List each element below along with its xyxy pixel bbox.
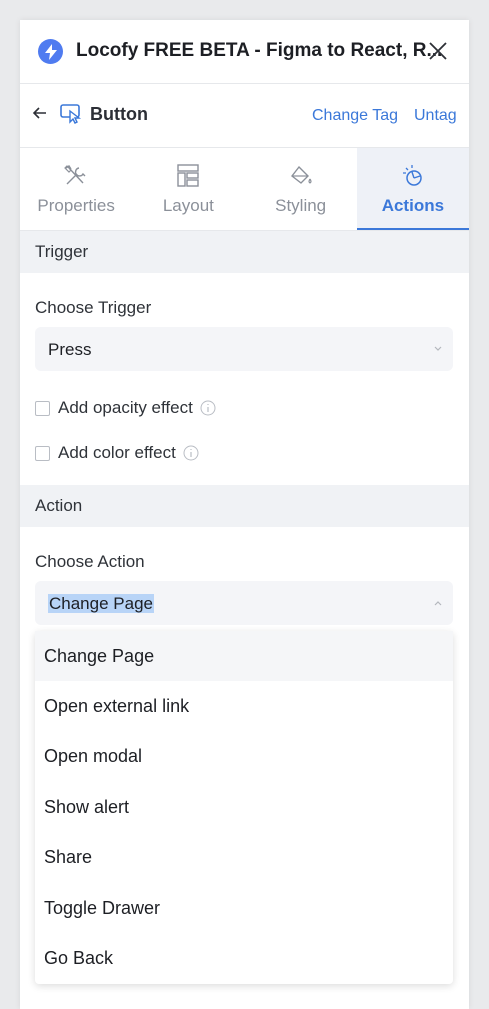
option-open-external-link[interactable]: Open external link bbox=[35, 681, 453, 731]
tools-icon bbox=[64, 165, 86, 185]
change-tag-link[interactable]: Change Tag bbox=[312, 107, 398, 125]
tab-label: Properties bbox=[37, 196, 115, 215]
chevron-down-icon bbox=[434, 346, 442, 351]
chevron-up-icon bbox=[434, 601, 442, 606]
tab-label: Layout bbox=[162, 196, 214, 215]
trigger-section-header: Trigger bbox=[20, 231, 469, 273]
paint-bucket-icon bbox=[290, 165, 312, 184]
tab-actions[interactable]: Actions bbox=[356, 148, 469, 230]
trigger-select[interactable]: Press bbox=[35, 327, 453, 371]
choose-action-label: Choose Action bbox=[35, 552, 145, 571]
tab-properties[interactable]: Properties bbox=[20, 148, 132, 230]
tap-icon bbox=[402, 165, 422, 186]
close-button[interactable] bbox=[425, 38, 451, 64]
tab-styling[interactable]: Styling bbox=[245, 148, 357, 230]
button-tag-icon bbox=[59, 101, 83, 125]
trigger-select-value: Press bbox=[48, 340, 92, 359]
close-icon bbox=[429, 42, 447, 60]
layout-icon bbox=[177, 164, 200, 187]
opacity-effect-checkbox-row[interactable]: Add opacity effect bbox=[35, 398, 216, 418]
color-effect-checkbox[interactable] bbox=[35, 445, 50, 461]
action-selected-text: Change Page bbox=[48, 594, 154, 613]
opacity-effect-checkbox[interactable] bbox=[35, 400, 50, 416]
option-open-modal[interactable]: Open modal bbox=[35, 732, 453, 782]
title-bar: Locofy FREE BETA - Figma to React, R... bbox=[20, 20, 469, 84]
action-section-header: Action bbox=[20, 485, 469, 527]
tab-bar: Properties Layout Styling Actions bbox=[20, 148, 469, 231]
opacity-effect-label: Add opacity effect bbox=[58, 398, 193, 417]
action-select-value: Change Page bbox=[48, 594, 154, 614]
untag-link[interactable]: Untag bbox=[414, 107, 457, 125]
window-title: Locofy FREE BETA - Figma to React, R... bbox=[76, 40, 443, 61]
tab-layout[interactable]: Layout bbox=[132, 148, 244, 230]
option-go-back[interactable]: Go Back bbox=[35, 933, 453, 983]
tab-label: Actions bbox=[381, 196, 445, 215]
color-effect-label: Add color effect bbox=[58, 443, 176, 462]
color-effect-checkbox-row[interactable]: Add color effect bbox=[35, 443, 199, 463]
plugin-panel: Locofy FREE BETA - Figma to React, R... … bbox=[20, 20, 469, 1009]
element-header: Button Change Tag Untag bbox=[20, 84, 469, 148]
back-button[interactable] bbox=[30, 103, 50, 123]
info-icon bbox=[183, 445, 199, 461]
tab-label: Styling bbox=[275, 196, 327, 215]
option-show-alert[interactable]: Show alert bbox=[35, 782, 453, 832]
option-toggle-drawer[interactable]: Toggle Drawer bbox=[35, 883, 453, 933]
choose-trigger-label: Choose Trigger bbox=[35, 298, 152, 317]
arrow-left-icon bbox=[32, 107, 46, 119]
option-change-page[interactable]: Change Page bbox=[35, 631, 453, 682]
element-title: Button bbox=[90, 104, 148, 124]
locofy-logo-icon bbox=[38, 39, 63, 64]
info-icon bbox=[200, 400, 216, 416]
option-share[interactable]: Share bbox=[35, 833, 453, 883]
action-dropdown-menu: Change Page Open external link Open moda… bbox=[35, 631, 453, 984]
action-select[interactable]: Change Page bbox=[35, 581, 453, 625]
